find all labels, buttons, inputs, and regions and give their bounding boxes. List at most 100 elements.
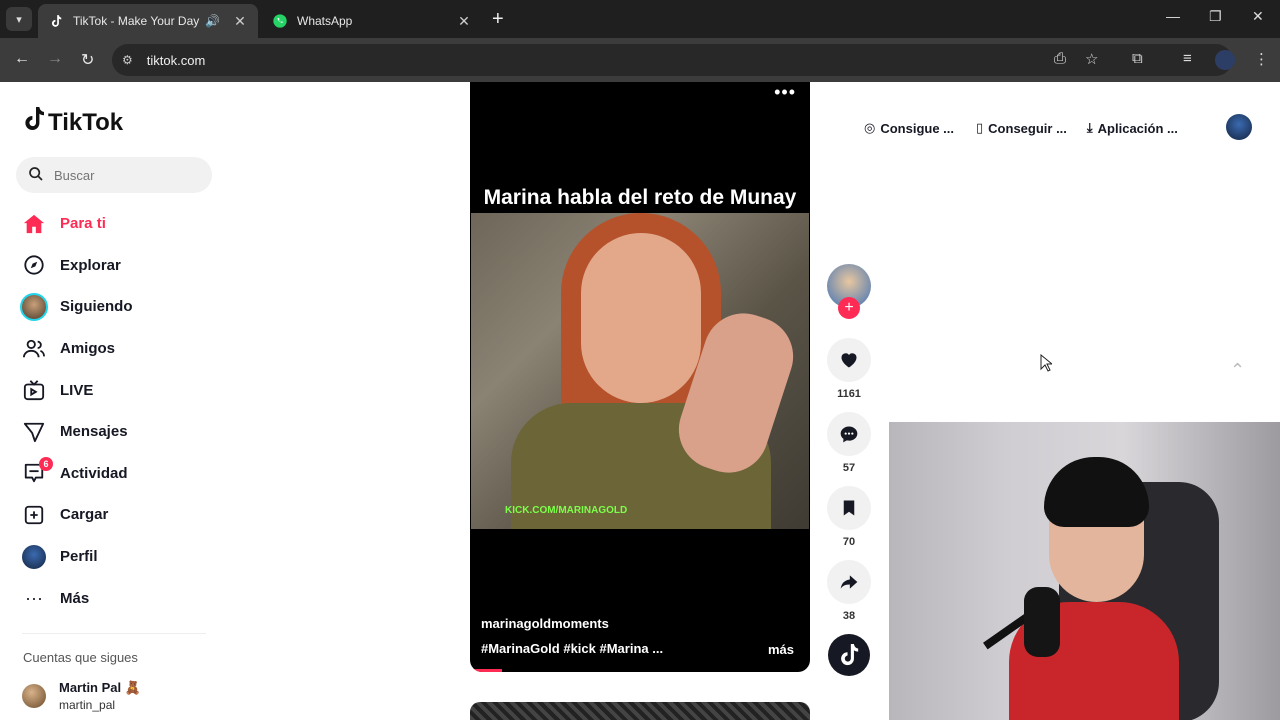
- desktop-app-button[interactable]: ⤓ Aplicación ...: [1087, 120, 1178, 136]
- video-hashtags[interactable]: #MarinaGold #kick #Marina ...: [481, 641, 663, 656]
- upload-icon: [20, 501, 48, 529]
- search-input[interactable]: [54, 167, 194, 183]
- avatar: [22, 684, 46, 708]
- close-tab-icon[interactable]: ✕: [456, 13, 472, 30]
- mouse-cursor-icon: [1040, 353, 1054, 377]
- creator-avatar[interactable]: +: [827, 264, 871, 319]
- profile-icon[interactable]: [1215, 50, 1235, 70]
- heart-icon: [841, 353, 857, 368]
- sidebar-item-mensajes[interactable]: Mensajes: [20, 411, 220, 453]
- button-label: Consigue ...: [880, 120, 955, 136]
- friends-icon: [20, 335, 48, 363]
- sidebar-item-siguiendo[interactable]: Siguiendo: [20, 286, 220, 328]
- get-coins-button[interactable]: ◎ Consigue ...: [864, 120, 954, 136]
- whatsapp-favicon-icon: [272, 13, 288, 29]
- like-button[interactable]: [827, 338, 871, 382]
- site-info-icon[interactable]: ⚙: [122, 53, 133, 67]
- video-caption: Marina habla del reto de Munay: [483, 186, 797, 209]
- sidebar-item-label: Siguiendo: [60, 298, 133, 316]
- url-text: tiktok.com: [146, 52, 206, 68]
- bookmark-icon: [843, 500, 855, 516]
- follow-plus-icon[interactable]: +: [838, 297, 860, 319]
- bookmark-star-icon[interactable]: ☆: [1085, 50, 1098, 68]
- top-right-actions: ◎ Consigue ... ▯ Conseguir ... ⤓ Aplicac…: [850, 112, 1260, 144]
- notification-badge: 6: [39, 456, 53, 471]
- minimize-icon[interactable]: —: [1166, 8, 1180, 24]
- button-label: Conseguir ...: [988, 120, 1067, 136]
- sidebar-item-explorar[interactable]: Explorar: [20, 245, 220, 287]
- share-count: 38: [842, 610, 856, 622]
- comment-count: 57: [842, 462, 856, 474]
- sidebar-item-cargar[interactable]: Cargar: [20, 494, 220, 536]
- sidebar-item-actividad[interactable]: 6 Actividad: [20, 453, 220, 495]
- comment-button[interactable]: [827, 412, 871, 456]
- share-button[interactable]: [827, 560, 871, 604]
- send-icon: [20, 418, 48, 446]
- search-box[interactable]: [16, 157, 212, 193]
- tab-whatsapp[interactable]: WhatsApp ✕: [262, 4, 482, 38]
- account-name: Martin Pal 🧸: [59, 680, 141, 695]
- video-author[interactable]: marinagoldmoments: [481, 616, 609, 631]
- button-label: Aplicación ...: [1097, 120, 1178, 136]
- sidebar-item-perfil[interactable]: Perfil: [20, 536, 220, 578]
- following-avatar-icon: [20, 292, 48, 321]
- save-button[interactable]: [827, 486, 871, 530]
- extensions-icon[interactable]: ⧉: [1132, 50, 1143, 67]
- tiktok-favicon-icon: [48, 13, 64, 29]
- sidebar-item-label: Perfil: [60, 548, 98, 566]
- tiktok-logo[interactable]: TikTok: [22, 106, 123, 139]
- video-actions: + 1161 57 70 38: [826, 264, 872, 676]
- sidebar-item-para-ti[interactable]: Para ti: [20, 203, 220, 245]
- download-icon: ⤓: [1086, 120, 1093, 135]
- comment-icon: [840, 426, 858, 443]
- more-description-button[interactable]: más: [768, 642, 794, 657]
- phone-icon: ▯: [976, 120, 984, 135]
- sidebar-item-label: Amigos: [60, 340, 116, 358]
- install-app-icon[interactable]: ⎙: [1054, 50, 1066, 67]
- media-control-icon[interactable]: ≡: [1183, 50, 1192, 67]
- speaker-icon[interactable]: 🔊: [205, 14, 220, 28]
- following-accounts-title: Cuentas que sigues: [23, 650, 138, 665]
- tiktok-page: TikTok Para ti Explorar Siguiendo: [0, 82, 1280, 720]
- next-video-preview[interactable]: [470, 702, 810, 720]
- following-account-item[interactable]: Martin Pal 🧸 martin_pal: [22, 680, 141, 712]
- forward-icon[interactable]: →: [47, 50, 63, 68]
- save-count: 70: [842, 536, 856, 548]
- user-avatar[interactable]: [1226, 114, 1252, 140]
- video-player[interactable]: ••• Marina habla del reto de Munay KICK.…: [470, 82, 810, 672]
- video-progress-bar[interactable]: [470, 669, 502, 672]
- get-app-button[interactable]: ▯ Conseguir ...: [976, 120, 1067, 136]
- menu-kebab-icon[interactable]: ⋮: [1254, 50, 1269, 68]
- sidebar-nav: Para ti Explorar Siguiendo Amigos LIVE M…: [20, 203, 220, 619]
- logo-text: TikTok: [48, 108, 124, 136]
- new-tab-button[interactable]: +: [492, 8, 504, 31]
- music-disc-icon[interactable]: [828, 634, 870, 676]
- coin-icon: ◎: [864, 120, 876, 135]
- sidebar-item-label: Más: [60, 589, 90, 607]
- sidebar-item-label: Mensajes: [60, 423, 128, 441]
- restore-icon[interactable]: ❐: [1209, 8, 1222, 25]
- video-options-icon[interactable]: •••: [774, 82, 796, 103]
- browser-toolbar: ← → ↻ ⚙ tiktok.com ⎙ ☆ ⧉ ≡ ⋮: [0, 38, 1280, 82]
- profile-avatar-icon: [20, 543, 48, 571]
- sidebar-item-live[interactable]: LIVE: [20, 369, 220, 411]
- tiktok-note-icon: [22, 106, 46, 139]
- sidebar-item-label: Cargar: [60, 506, 109, 524]
- back-icon[interactable]: ←: [14, 50, 30, 68]
- sidebar-item-amigos[interactable]: Amigos: [20, 328, 220, 370]
- close-window-icon[interactable]: ✕: [1252, 8, 1264, 25]
- reload-icon[interactable]: ↻: [81, 50, 94, 70]
- tab-search-button[interactable]: ▾: [6, 7, 32, 31]
- tab-tiktok[interactable]: TikTok - Make Your Day 🔊 ✕: [38, 4, 258, 38]
- compass-icon: [20, 251, 48, 279]
- sidebar-item-mas[interactable]: ··· Más: [20, 577, 220, 619]
- microphone-icon: [1024, 587, 1060, 657]
- home-icon: [20, 210, 48, 238]
- like-count: 1161: [837, 388, 861, 400]
- chevron-up-icon[interactable]: ⌃: [1230, 360, 1245, 381]
- sidebar-item-label: Actividad: [60, 464, 128, 482]
- video-frame: KICK.COM/MARINAGOLD: [471, 213, 809, 529]
- search-icon: [28, 166, 44, 185]
- video-watermark: KICK.COM/MARINAGOLD: [505, 505, 628, 516]
- close-tab-icon[interactable]: ✕: [232, 13, 248, 30]
